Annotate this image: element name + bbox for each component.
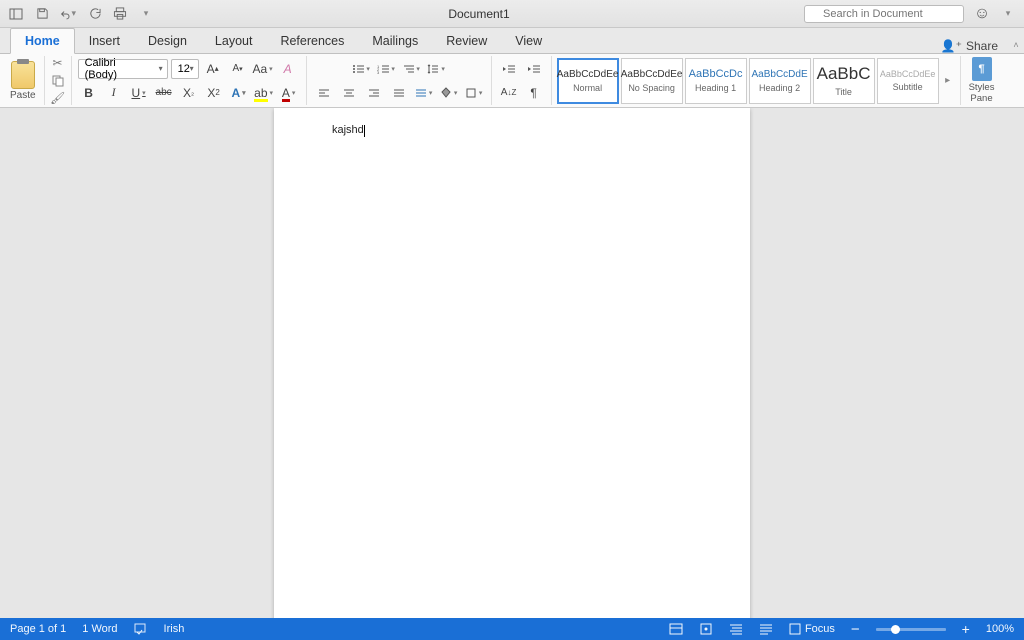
style-normal[interactable]: AaBbCcDdEeNormal (557, 58, 619, 104)
highlight-icon[interactable]: ab (253, 83, 275, 103)
document-title: Document1 (154, 7, 804, 21)
indent-group: A↓Z ¶ (492, 56, 552, 105)
underline-button[interactable]: U (128, 83, 150, 103)
style-title[interactable]: AaBbCTitle (813, 58, 875, 104)
format-painter-icon[interactable]: 🖌 (51, 91, 65, 105)
italic-button[interactable]: I (103, 83, 125, 103)
share-button[interactable]: 👤⁺Share (941, 39, 1008, 53)
zoom-thumb[interactable] (891, 625, 900, 634)
quick-access-toolbar: ▾ ▾ (8, 6, 154, 22)
increase-indent-icon[interactable] (523, 59, 545, 79)
font-group: Calibri (Body) 12 A▴ A▾ Aa A B I U abc X… (72, 56, 307, 105)
document-text[interactable]: kajshd (332, 124, 364, 136)
sidebar-toggle-icon[interactable] (8, 6, 24, 22)
clipboard-group: Paste (6, 56, 45, 105)
styles-group: AaBbCcDdEeNormal AaBbCcDdEeNo Spacing Aa… (552, 56, 961, 105)
styles-more-icon[interactable]: ▸ (940, 75, 956, 86)
numbering-icon[interactable]: 123 (375, 59, 397, 79)
sort-icon[interactable]: A↓Z (498, 83, 520, 103)
align-center-icon[interactable] (338, 83, 360, 103)
style-no-spacing[interactable]: AaBbCcDdEeNo Spacing (621, 58, 683, 104)
align-right-icon[interactable] (363, 83, 385, 103)
help-dropdown-icon[interactable]: ▾ (1000, 6, 1016, 22)
line-spacing-icon[interactable] (425, 59, 447, 79)
style-heading-2[interactable]: AaBbCcDdEHeading 2 (749, 58, 811, 104)
feedback-smiley-icon[interactable]: ☺ (974, 6, 990, 22)
text-cursor (364, 125, 365, 137)
clipboard-mini: ✂ 🖌 (45, 56, 72, 105)
borders-icon[interactable] (463, 83, 485, 103)
word-count[interactable]: 1 Word (82, 623, 117, 635)
display-settings-icon[interactable] (729, 623, 743, 635)
ribbon: Paste ✂ 🖌 Calibri (Body) 12 A▴ A▾ Aa A B… (0, 54, 1024, 108)
tab-home[interactable]: Home (10, 28, 75, 54)
statusbar: Page 1 of 1 1 Word Irish Focus − + 100% (0, 618, 1024, 640)
distributed-icon[interactable] (413, 83, 435, 103)
multilevel-list-icon[interactable] (400, 59, 422, 79)
titlebar: ▾ ▾ Document1 🔍 ☺ ▾ (0, 0, 1024, 28)
search-wrap: 🔍 (804, 4, 964, 23)
ribbon-tabs: Home Insert Design Layout References Mai… (0, 28, 1024, 54)
save-icon[interactable] (34, 6, 50, 22)
collapse-ribbon-icon[interactable]: ˄ (1008, 37, 1024, 53)
language-status[interactable]: Irish (164, 623, 185, 635)
reading-view-icon[interactable] (759, 623, 773, 635)
paragraph-group: 123 (307, 56, 492, 105)
svg-text:3: 3 (377, 70, 380, 74)
accessibility-icon[interactable] (669, 622, 683, 636)
decrease-font-icon[interactable]: A▾ (227, 59, 249, 79)
zoom-out[interactable]: − (851, 621, 860, 638)
justify-icon[interactable] (388, 83, 410, 103)
zoom-slider[interactable] (876, 628, 946, 631)
styles-pane-icon[interactable]: ¶ (972, 57, 992, 81)
document-canvas[interactable]: kajshd (0, 108, 1024, 618)
styles-pane-group: ¶ StylesPane (961, 56, 1003, 105)
search-input[interactable] (804, 5, 964, 23)
subscript-button[interactable]: X₂ (178, 83, 200, 103)
align-left-icon[interactable] (313, 83, 335, 103)
tab-references[interactable]: References (266, 29, 358, 53)
tab-mailings[interactable]: Mailings (358, 29, 432, 53)
paste-label: Paste (10, 90, 36, 101)
tab-design[interactable]: Design (134, 29, 201, 53)
superscript-button[interactable]: X2 (203, 83, 225, 103)
print-icon[interactable] (112, 6, 128, 22)
undo-icon[interactable]: ▾ (60, 6, 76, 22)
tab-insert[interactable]: Insert (75, 29, 134, 53)
font-name-combo[interactable]: Calibri (Body) (78, 59, 168, 79)
focus-mode[interactable]: Focus (789, 623, 835, 635)
share-icon: 👤⁺ (941, 39, 962, 53)
tab-view[interactable]: View (501, 29, 556, 53)
decrease-indent-icon[interactable] (498, 59, 520, 79)
font-color-icon[interactable]: A (278, 83, 300, 103)
text-effects-icon[interactable]: A (228, 83, 250, 103)
spellcheck-icon[interactable] (134, 623, 148, 635)
tab-review[interactable]: Review (432, 29, 501, 53)
page-info[interactable]: Page 1 of 1 (10, 623, 66, 635)
paste-icon[interactable] (11, 61, 35, 89)
customize-qat-icon[interactable]: ▾ (138, 6, 154, 22)
zoom-in[interactable]: + (962, 621, 970, 637)
style-subtitle[interactable]: AaBbCcDdEeSubtitle (877, 58, 939, 104)
zoom-percent[interactable]: 100% (986, 623, 1014, 635)
bullets-icon[interactable] (350, 59, 372, 79)
tab-layout[interactable]: Layout (201, 29, 267, 53)
document-page[interactable]: kajshd (274, 108, 750, 618)
change-case-icon[interactable]: Aa (252, 59, 274, 79)
strikethrough-button[interactable]: abc (153, 83, 175, 103)
macro-icon[interactable] (699, 622, 713, 636)
cut-icon[interactable]: ✂ (51, 56, 65, 70)
show-marks-icon[interactable]: ¶ (523, 83, 545, 103)
redo-icon[interactable] (86, 6, 102, 22)
shading-icon[interactable] (438, 83, 460, 103)
style-heading-1[interactable]: AaBbCcDcHeading 1 (685, 58, 747, 104)
clear-formatting-icon[interactable]: A (277, 59, 299, 79)
styles-pane-label: StylesPane (969, 83, 995, 104)
bold-button[interactable]: B (78, 83, 100, 103)
increase-font-icon[interactable]: A▴ (202, 59, 224, 79)
copy-icon[interactable] (51, 74, 65, 87)
font-size-combo[interactable]: 12 (171, 59, 199, 79)
